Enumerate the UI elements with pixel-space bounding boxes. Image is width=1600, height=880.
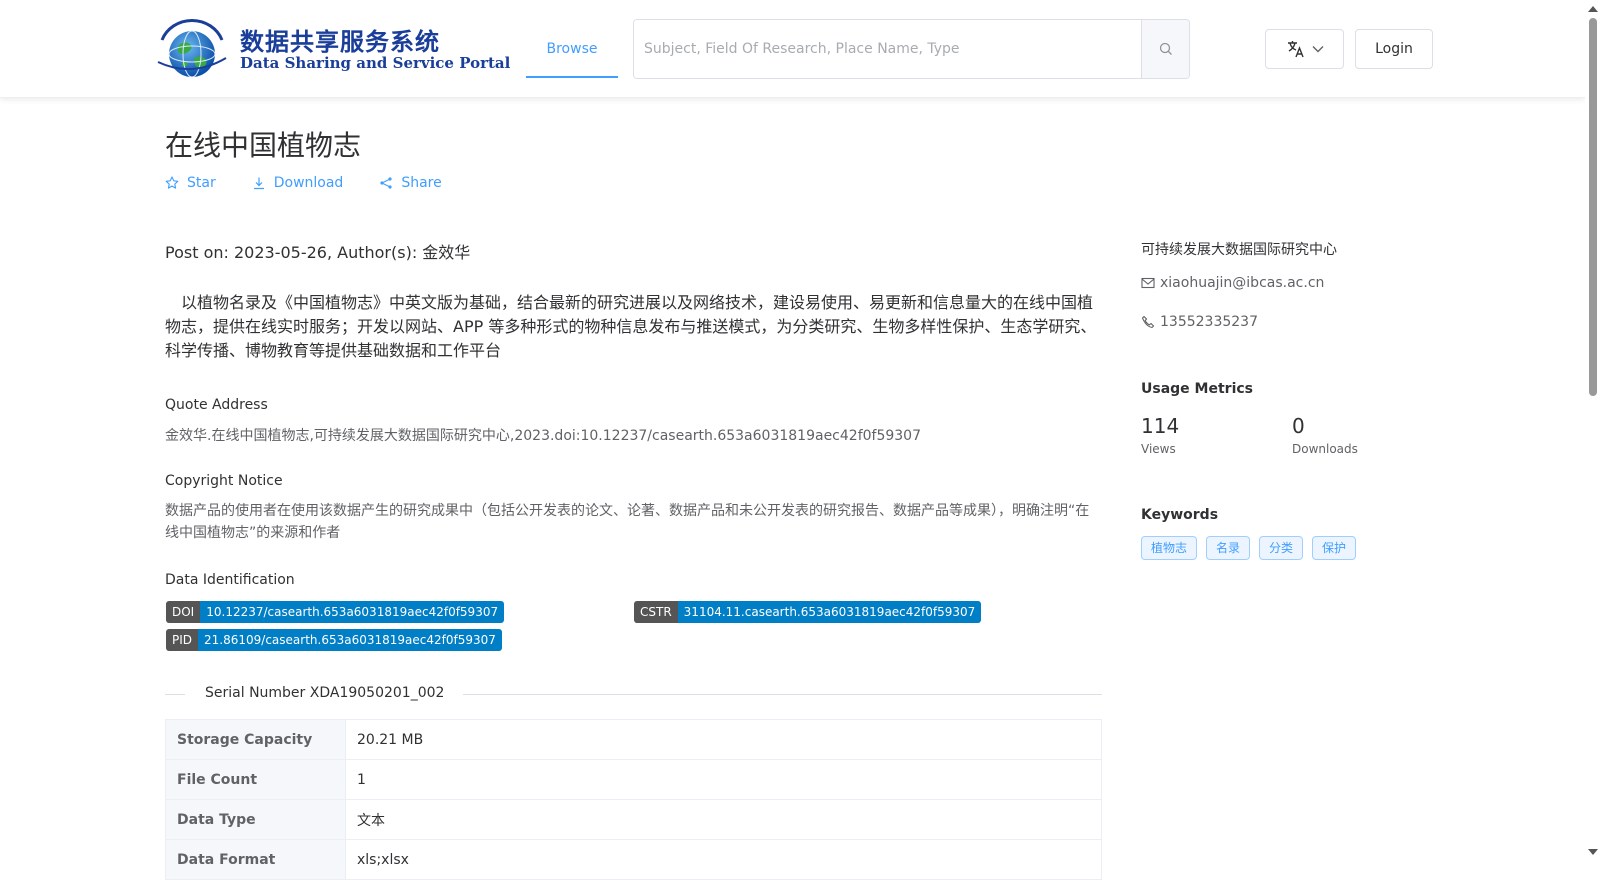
nav-browse-tab[interactable]: Browse <box>526 20 618 78</box>
keyword-tag[interactable]: 植物志 <box>1141 536 1198 560</box>
search-input[interactable] <box>634 20 1141 78</box>
serial-number: Serial Number XDA19050201_002 <box>205 685 445 701</box>
dataset-details-table: Storage Capacity 20.21 MB File Count 1 D… <box>165 719 1102 880</box>
share-label: Share <box>401 175 442 191</box>
detail-key: Data Type <box>165 799 346 840</box>
table-row: Data Type 文本 <box>165 799 1102 840</box>
star-button[interactable]: Star <box>165 172 216 194</box>
dataset-abstract: 以植物名录及《中国植物志》中英文版为基础，结合最新的研究进展以及网络技术，建设易… <box>165 291 1103 363</box>
share-button[interactable]: Share <box>379 172 442 194</box>
logo-title-en: Data Sharing and Service Portal <box>240 54 511 72</box>
dataset-actions: Star Download Share <box>165 172 442 194</box>
pid-badge[interactable]: PID 21.86109/casearth.653a6031819aec42f0… <box>166 629 502 651</box>
page-scrollbar[interactable] <box>1585 0 1600 861</box>
copyright-notice-text: 数据产品的使用者在使用该数据产生的研究成果中（包括公开发表的论文、论著、数据产品… <box>165 503 1090 541</box>
star-icon <box>165 176 179 189</box>
search-icon <box>1159 42 1172 55</box>
cstr-badge-key: CSTR <box>634 601 678 623</box>
phone-text: 13552335237 <box>1160 314 1258 330</box>
keyword-tag[interactable]: 名录 <box>1206 536 1251 560</box>
table-row: Data Format xls;xlsx <box>165 839 1102 880</box>
views-metric: 114 Views <box>1141 414 1179 456</box>
scroll-down-arrow-icon[interactable] <box>1588 849 1598 855</box>
detail-value: xls;xlsx <box>345 839 1102 880</box>
divider-line-right <box>463 694 1102 695</box>
divider-line-left <box>165 694 185 695</box>
downloads-label: Downloads <box>1292 442 1358 456</box>
detail-key: Data Format <box>165 839 346 880</box>
downloads-count: 0 <box>1292 414 1305 438</box>
phone-icon <box>1141 315 1155 329</box>
doi-badge-key: DOI <box>166 601 201 623</box>
detail-key: File Count <box>165 759 346 800</box>
keyword-tag[interactable]: 分类 <box>1259 536 1304 560</box>
keywords-heading: Keywords <box>1141 507 1219 523</box>
serial-number-divider: Serial Number XDA19050201_002 <box>165 683 1102 705</box>
download-icon <box>253 177 264 190</box>
search-bar <box>633 19 1190 79</box>
cstr-badge[interactable]: CSTR 31104.11.casearth.653a6031819aec42f… <box>634 601 982 623</box>
detail-key: Storage Capacity <box>165 719 346 760</box>
table-row: Storage Capacity 20.21 MB <box>165 719 1102 760</box>
logo-title-cn: 数据共享服务系统 <box>240 28 440 56</box>
doi-badge-value: 10.12237/casearth.653a6031819aec42f0f593… <box>200 601 505 623</box>
translate-icon <box>1287 41 1304 58</box>
share-icon <box>380 177 392 189</box>
downloads-metric: 0 Downloads <box>1292 414 1358 456</box>
login-button[interactable]: Login <box>1355 29 1433 69</box>
quote-address-label: Quote Address <box>165 397 268 413</box>
chevron-down-icon <box>1312 46 1323 53</box>
quote-address-text: 金效华.在线中国植物志,可持续发展大数据国际研究中心,2023.doi:10.1… <box>165 428 921 444</box>
download-button[interactable]: Download <box>252 172 344 194</box>
keyword-tag[interactable]: 保护 <box>1312 536 1357 560</box>
top-header: 数据共享服务系统 Data Sharing and Service Portal… <box>0 0 1585 98</box>
search-button[interactable] <box>1141 20 1189 78</box>
download-label: Download <box>273 175 344 191</box>
mail-icon <box>1141 277 1155 289</box>
pid-badge-value: 21.86109/casearth.653a6031819aec42f0f593… <box>198 629 502 651</box>
views-count: 114 <box>1141 414 1180 438</box>
usage-metrics-heading: Usage Metrics <box>1141 381 1253 397</box>
data-identification-label: Data Identification <box>165 572 295 588</box>
copyright-notice-label: Copyright Notice <box>165 473 283 489</box>
abstract-text: 以植物名录及《中国植物志》中英文版为基础，结合最新的研究进展以及网络技术，建设易… <box>165 293 1097 360</box>
scroll-up-arrow-icon[interactable] <box>1588 6 1598 12</box>
contact-email[interactable]: xiaohuajin@ibcas.ac.cn <box>1141 275 1324 291</box>
scrollbar-thumb[interactable] <box>1589 18 1597 396</box>
keyword-tags: 植物志 名录 分类 保护 <box>1141 536 1357 560</box>
site-logo[interactable]: 数据共享服务系统 Data Sharing and Service Portal <box>152 18 510 80</box>
organization-name: 可持续发展大数据国际研究中心 <box>1141 242 1337 258</box>
star-label: Star <box>187 175 216 191</box>
table-row: File Count 1 <box>165 759 1102 800</box>
globe-logo-icon <box>157 19 227 78</box>
doi-badge[interactable]: DOI 10.12237/casearth.653a6031819aec42f0… <box>166 601 505 623</box>
language-switcher[interactable] <box>1265 29 1344 69</box>
post-info: Post on: 2023-05-26, Author(s): 金效华 <box>165 243 471 262</box>
cstr-badge-value: 31104.11.casearth.653a6031819aec42f0f593… <box>677 601 982 623</box>
detail-value: 1 <box>345 759 1102 800</box>
email-text: xiaohuajin@ibcas.ac.cn <box>1160 275 1325 291</box>
page-title: 在线中国植物志 <box>165 129 362 162</box>
detail-value: 20.21 MB <box>345 719 1102 760</box>
pid-badge-key: PID <box>166 629 199 651</box>
contact-phone: 13552335237 <box>1141 314 1258 330</box>
views-label: Views <box>1141 442 1176 456</box>
detail-value: 文本 <box>345 799 1102 840</box>
